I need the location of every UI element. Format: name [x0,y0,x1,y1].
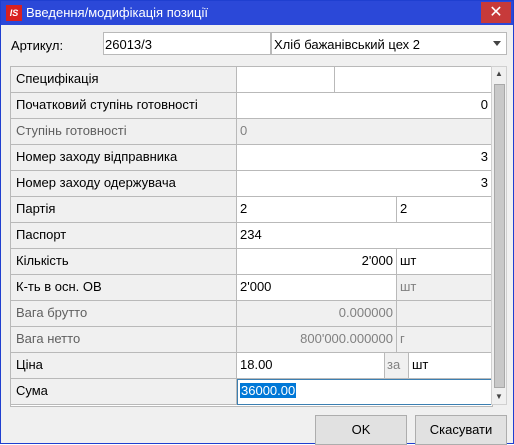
label-specification: Специфікація [11,67,237,93]
label-sender-number: Номер заходу відправника [11,145,237,171]
scrollbar-thumb[interactable] [494,84,505,388]
label-initial-readiness: Початковий ступінь готовності [11,93,237,119]
qty-base-field[interactable]: 2'000 [237,275,397,301]
initial-readiness-field[interactable]: 0 [237,93,492,119]
readiness-field: 0 [237,119,492,145]
sum-field[interactable]: 36000.00 [237,379,492,405]
properties-grid: Специфікація Початковий ступінь готовнос… [10,66,493,407]
chevron-down-icon[interactable] [493,41,501,46]
cancel-button[interactable]: Скасувати [415,415,507,445]
batch-field-2[interactable]: 2 [397,197,492,223]
scroll-up-icon[interactable]: ▲ [492,67,506,81]
receiver-number-field[interactable]: 3 [237,171,492,197]
specification-field-1[interactable] [237,67,335,93]
label-price: Ціна [11,353,237,379]
article-input[interactable]: 26013/3 [103,32,271,55]
label-gross-weight: Вага брутто [11,301,237,327]
price-unit-field[interactable]: шт [409,353,492,379]
quantity-unit-field[interactable]: шт [397,249,492,275]
price-per-label: за [385,353,409,379]
label-receiver-number: Номер заходу одержувача [11,171,237,197]
price-field[interactable]: 18.00 [237,353,385,379]
label-passport: Паспорт [11,223,237,249]
title-bar[interactable]: IS Введення/модифікація позиції ✕ [1,1,513,25]
batch-field-1[interactable]: 2 [237,197,397,223]
shop-dropdown-value: Хліб бажанівський цех 2 [274,37,421,52]
ok-button[interactable]: OK [315,415,407,445]
gross-weight-field: 0.000000 [237,301,397,327]
article-label: Артикул: [11,38,64,53]
close-icon: ✕ [489,4,503,21]
net-weight-unit-field: г [397,327,492,353]
shop-dropdown[interactable]: Хліб бажанівський цех 2 [271,32,507,55]
gross-weight-unit-field [397,301,492,327]
window-title: Введення/модифікація позиції [26,5,208,20]
label-sum: Сума [11,379,237,405]
label-net-weight: Вага нетто [11,327,237,353]
sender-number-field[interactable]: 3 [237,145,492,171]
app-logo-icon: IS [6,5,22,21]
sum-value: 36000.00 [240,383,297,398]
dialog-window: IS Введення/модифікація позиції ✕ Артику… [0,0,514,445]
close-button[interactable]: ✕ [481,2,511,23]
label-qty-base: К-ть в осн. ОВ [11,275,237,301]
label-quantity: Кількість [11,249,237,275]
scroll-down-icon[interactable]: ▼ [492,390,506,404]
passport-field[interactable]: 234 [237,223,492,249]
label-readiness: Ступінь готовності [11,119,237,145]
net-weight-field: 800'000.000000 [237,327,397,353]
vertical-scrollbar[interactable]: ▲ ▼ [491,66,507,405]
specification-field-2[interactable] [335,67,492,93]
label-batch: Партія [11,197,237,223]
quantity-field[interactable]: 2'000 [237,249,397,275]
qty-base-unit-field: шт [397,275,492,301]
